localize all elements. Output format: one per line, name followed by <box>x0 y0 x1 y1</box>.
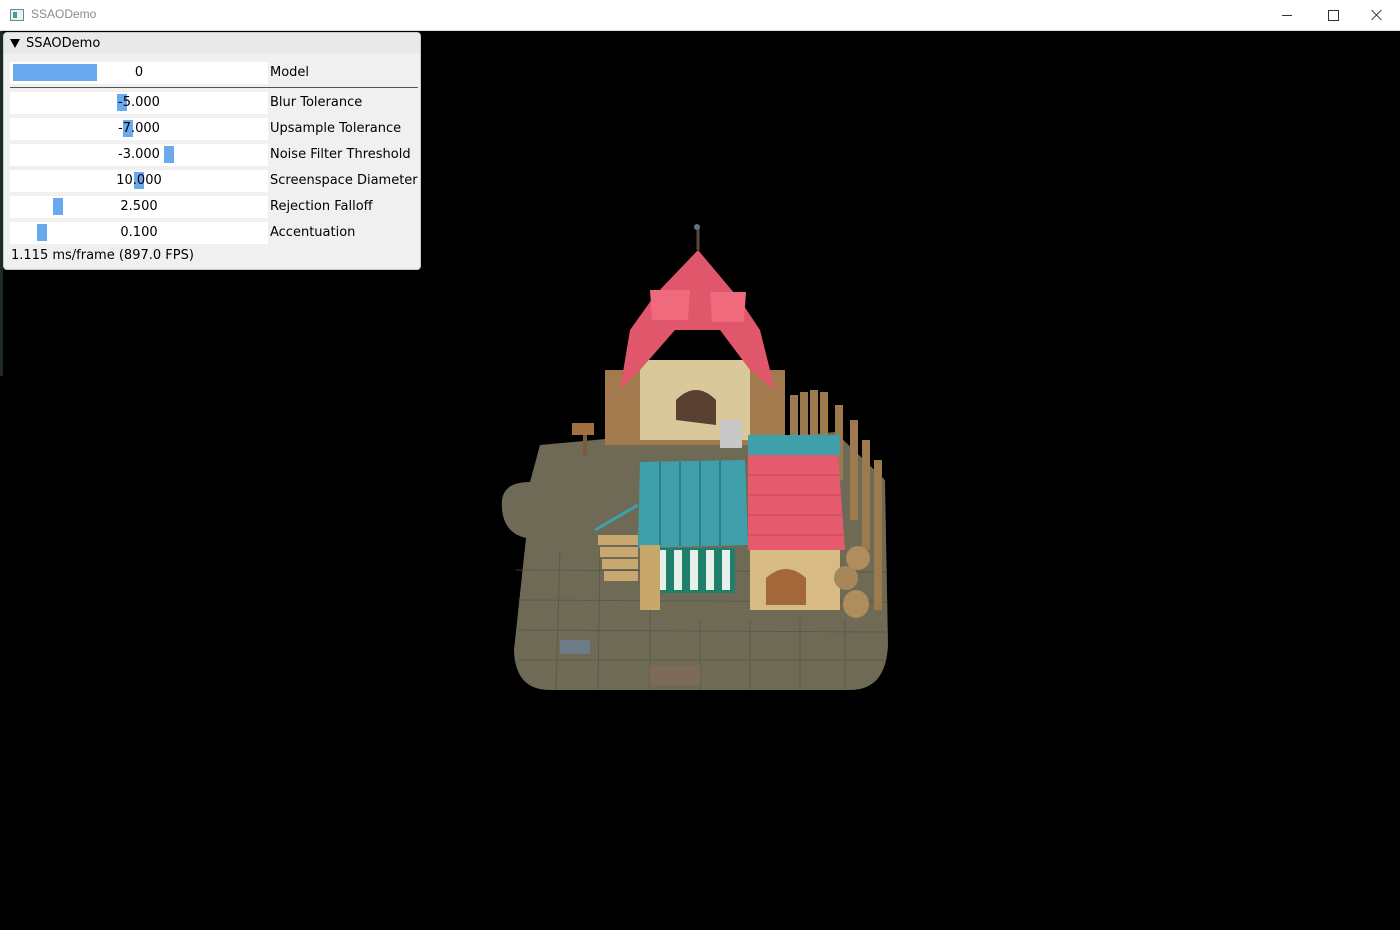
control-row-screenspace-diameter: 10.000 Screenspace Diameter <box>4 170 420 192</box>
dormer-right <box>710 292 746 322</box>
minimize-button[interactable] <box>1264 0 1310 30</box>
accentuation-value: 0.100 <box>120 225 158 240</box>
barrel-2 <box>834 566 858 590</box>
arched-window <box>676 390 716 425</box>
blur-tolerance-label: Blur Tolerance <box>270 95 363 110</box>
screenspace-diameter-value: 10.000 <box>116 173 162 188</box>
close-button[interactable] <box>1354 0 1400 30</box>
accentuation-slider[interactable]: 0.100 <box>10 222 268 244</box>
model-slider[interactable]: 0 <box>10 62 268 84</box>
collapse-triangle-icon[interactable] <box>10 39 20 48</box>
noise-filter-threshold-label: Noise Filter Threshold <box>270 147 411 162</box>
upsample-tolerance-value: -7.000 <box>118 121 160 136</box>
upsample-tolerance-slider[interactable]: -7.000 <box>10 118 268 140</box>
upsample-tolerance-label: Upsample Tolerance <box>270 121 402 136</box>
sign-board <box>572 423 594 435</box>
barrel-3 <box>843 590 869 618</box>
maximize-icon <box>1327 9 1339 21</box>
teal-roof-trim <box>748 435 840 455</box>
3d-house-model[interactable] <box>490 220 900 700</box>
separator <box>10 87 418 88</box>
blur-tolerance-slider[interactable]: -5.000 <box>10 92 268 114</box>
window-title: SSAODemo <box>31 7 97 21</box>
screenspace-diameter-label: Screenspace Diameter <box>270 173 418 188</box>
stone-pillar <box>640 545 660 610</box>
blue-tile <box>560 640 590 654</box>
control-row-accentuation: 0.100 Accentuation <box>4 222 420 244</box>
dormer-left <box>650 290 690 320</box>
spire-tip <box>694 224 700 230</box>
chimney-box <box>720 420 742 448</box>
noise-filter-threshold-slider[interactable]: -3.000 <box>10 144 268 166</box>
accentuation-label: Accentuation <box>270 225 356 240</box>
control-row-model: 0 Model <box>4 62 420 84</box>
app-icon <box>10 9 24 21</box>
close-icon <box>1371 9 1383 21</box>
blur-tolerance-value: -5.000 <box>118 95 160 110</box>
model-value: 0 <box>134 65 144 80</box>
window-titlebar[interactable]: SSAODemo <box>0 0 1400 31</box>
reddish-tile <box>650 665 700 685</box>
frame-time-text: 1.115 ms/frame (897.0 FPS) <box>11 248 194 263</box>
control-row-blur-tolerance: -5.000 Blur Tolerance <box>4 92 420 114</box>
panel-title: SSAODemo <box>26 36 101 51</box>
control-row-rejection-falloff: 2.500 Rejection Falloff <box>4 196 420 218</box>
control-row-upsample-tolerance: -7.000 Upsample Tolerance <box>4 118 420 140</box>
screenspace-diameter-slider[interactable]: 10.000 <box>10 170 268 192</box>
minimize-icon <box>1282 14 1292 16</box>
rejection-falloff-label: Rejection Falloff <box>270 199 373 214</box>
wooden-door <box>766 569 806 605</box>
rejection-falloff-slider[interactable]: 2.500 <box>10 196 268 218</box>
barrel-1 <box>846 546 870 570</box>
ssao-settings-panel[interactable]: SSAODemo 0 Model -5.000 Blur Tolerance -… <box>3 32 421 270</box>
panel-header[interactable]: SSAODemo <box>4 33 420 54</box>
red-tile-roof <box>748 455 845 550</box>
striped-awning <box>650 548 735 593</box>
maximize-button[interactable] <box>1310 0 1356 30</box>
rejection-falloff-value: 2.500 <box>120 199 158 214</box>
noise-filter-threshold-value: -3.000 <box>118 147 160 162</box>
control-row-noise-filter-threshold: -3.000 Noise Filter Threshold <box>4 144 420 166</box>
model-label: Model <box>270 65 310 80</box>
teal-awning-roof <box>638 460 748 548</box>
